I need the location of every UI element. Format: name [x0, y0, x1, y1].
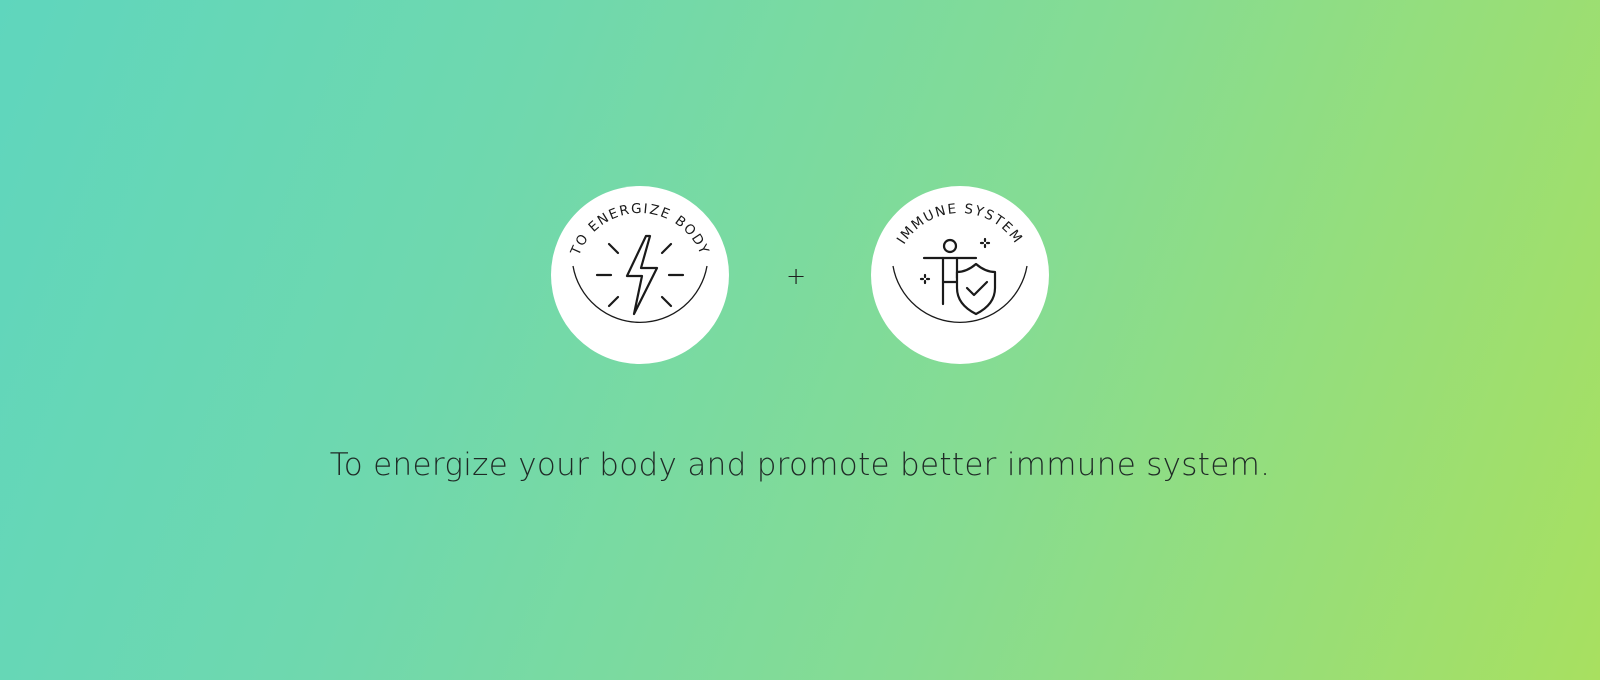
- energize-badge-ring: [572, 265, 708, 324]
- hero-banner: TO ENERGIZE BODY + IMMUNE SYSTEM To ener…: [0, 0, 1600, 680]
- body-shield-check-icon: [919, 237, 997, 316]
- lightning-bolt-icon: [595, 234, 685, 316]
- immune-badge-graphic: IMMUNE SYSTEM: [892, 201, 1028, 324]
- tagline-caption: To energize your body and promote better…: [329, 447, 1271, 483]
- immune-badge-label: IMMUNE SYSTEM: [894, 201, 1026, 247]
- plus-connector: +: [786, 262, 807, 290]
- energize-badge-graphic: TO ENERGIZE BODY: [567, 201, 711, 324]
- energize-body-badge: TO ENERGIZE BODY: [551, 186, 729, 364]
- immune-system-badge: IMMUNE SYSTEM: [871, 186, 1049, 364]
